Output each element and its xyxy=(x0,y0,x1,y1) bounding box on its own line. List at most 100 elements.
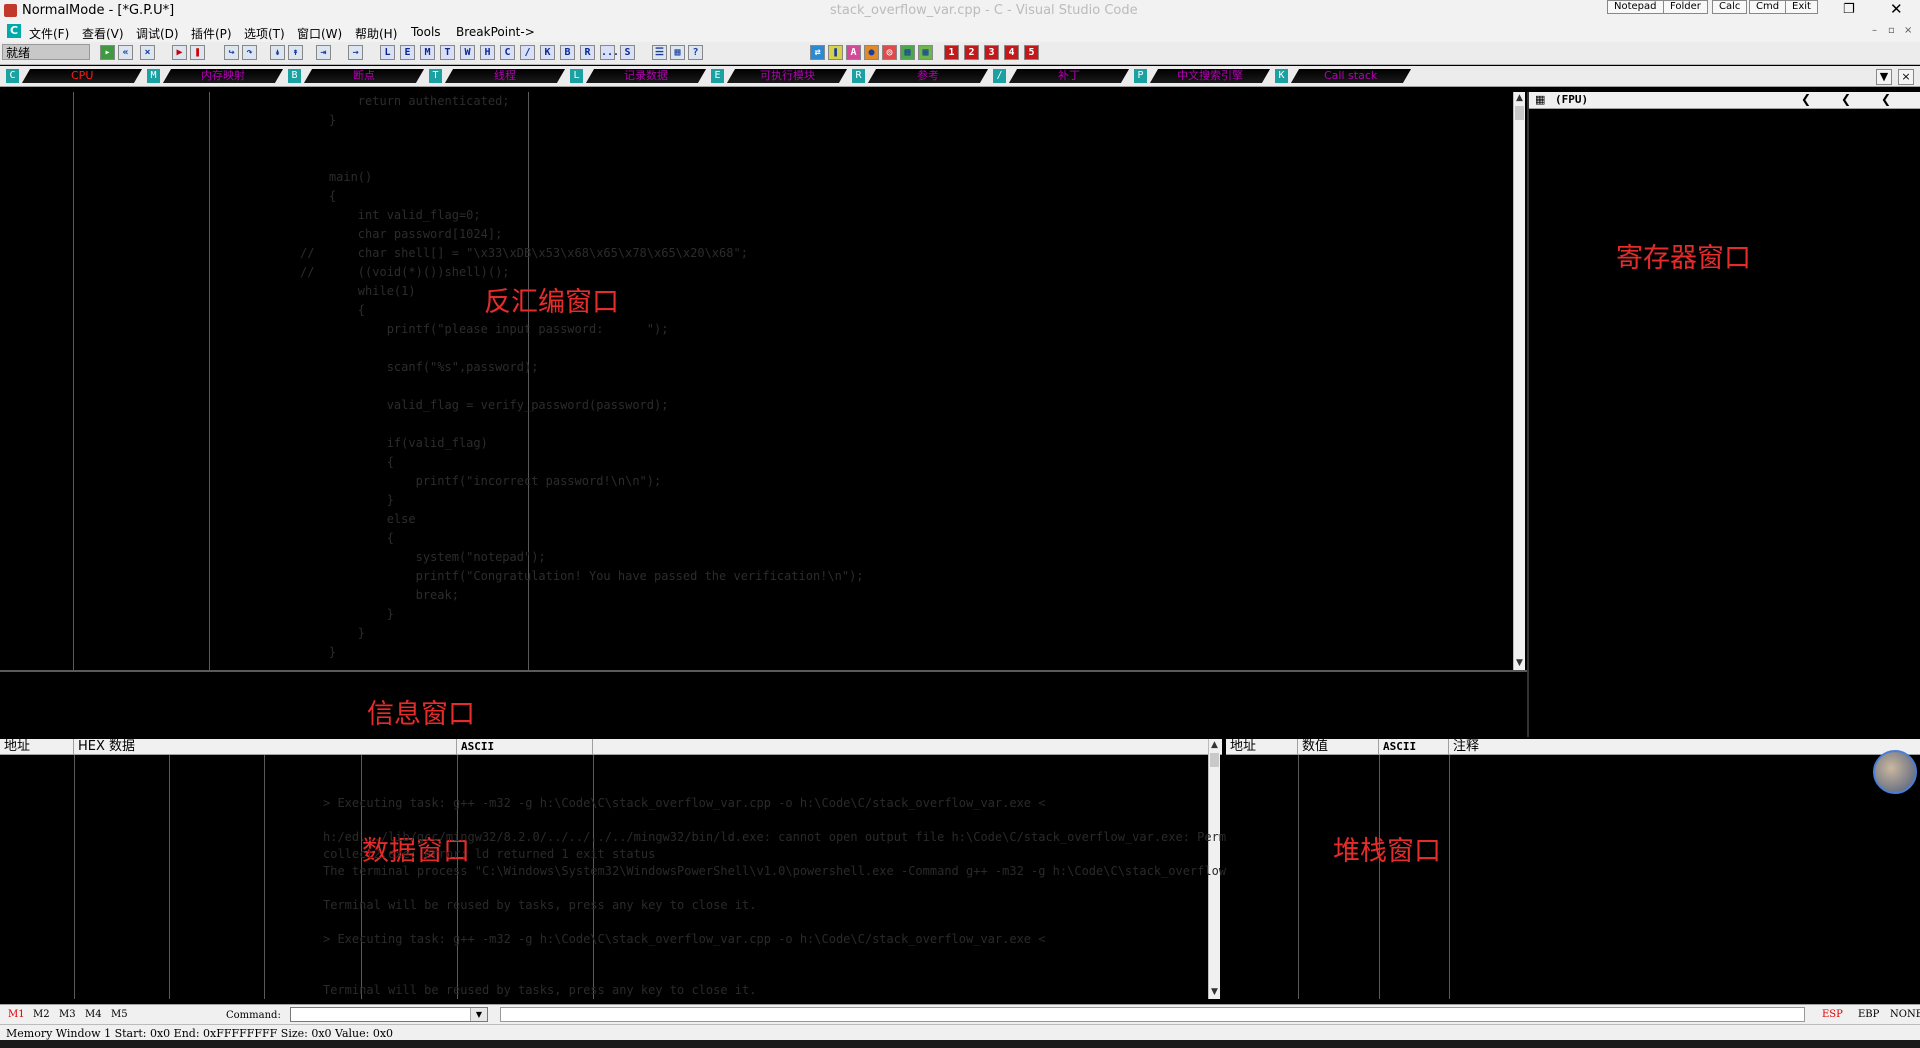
scroll-up-icon[interactable]: ▲ xyxy=(1514,92,1525,105)
calc-button[interactable]: Calc xyxy=(1712,0,1748,14)
command-input[interactable] xyxy=(290,1007,488,1022)
ghost-code-line: } xyxy=(300,626,366,640)
register-ebp-toggle[interactable]: EBP xyxy=(1858,1009,1879,1020)
menu-window[interactable]: 窗口(W) xyxy=(297,25,342,42)
plugin-pause-icon[interactable]: ❚ xyxy=(828,45,843,60)
plugin-grid-icon[interactable]: ▦ xyxy=(900,45,915,60)
pause-icon[interactable]: ❚ xyxy=(190,45,205,60)
menu-debug[interactable]: 调试(D) xyxy=(136,25,179,42)
mdi-restore-icon[interactable]: ▫ xyxy=(1888,25,1895,36)
goto-icon[interactable]: → xyxy=(348,45,363,60)
bookmark-2-button[interactable]: 2 xyxy=(964,45,979,60)
bookmark-3-button[interactable]: 3 xyxy=(984,45,999,60)
step-over-icon[interactable]: ↷ xyxy=(242,45,257,60)
menu-options[interactable]: 选项(T) xyxy=(244,25,285,42)
avatar[interactable] xyxy=(1873,750,1917,794)
scroll-thumb[interactable] xyxy=(1210,753,1219,767)
disassembly-scrollbar[interactable]: ▲ ▼ xyxy=(1513,92,1525,670)
scroll-thumb[interactable] xyxy=(1515,106,1524,120)
scroll-up-icon[interactable]: ▲ xyxy=(1209,739,1220,752)
open-icon[interactable]: ▸ xyxy=(100,45,115,60)
options-icon[interactable]: ▦ xyxy=(670,45,685,60)
menu-breakpoint[interactable]: BreakPoint-> xyxy=(456,25,535,39)
breakpoints-button[interactable]: B xyxy=(560,45,575,60)
log-window-button[interactable]: L xyxy=(380,45,395,60)
ghost-code-line xyxy=(300,377,864,396)
list-icon[interactable]: ☰ xyxy=(652,45,667,60)
register-none-toggle[interactable]: NONE xyxy=(1890,1009,1920,1020)
stack-col-ascii[interactable]: ASCII xyxy=(1379,739,1449,754)
notepad-button[interactable]: Notepad xyxy=(1607,0,1664,14)
menu-tools[interactable]: Tools xyxy=(411,25,441,39)
dump-col-address[interactable]: 地址 xyxy=(0,739,74,754)
chevron-down-icon[interactable]: ▼ xyxy=(470,1008,487,1021)
registers-prev2-icon[interactable]: ❮ xyxy=(1841,92,1851,106)
run-trace-button[interactable]: ... xyxy=(600,45,619,60)
stack-col-value[interactable]: 数值 xyxy=(1298,739,1379,754)
menu-help[interactable]: 帮助(H) xyxy=(355,25,397,42)
memory-tab-m1[interactable]: M1 xyxy=(8,1009,25,1020)
threads-button[interactable]: T xyxy=(440,45,455,60)
scroll-down-icon[interactable]: ▼ xyxy=(1514,657,1525,670)
plugin-circle-icon[interactable]: ● xyxy=(864,45,879,60)
step-into-icon[interactable]: ↪ xyxy=(224,45,239,60)
plugin-a-icon[interactable]: A xyxy=(846,45,861,60)
column-divider xyxy=(74,755,75,999)
registers-grid-icon[interactable]: ▦ xyxy=(1535,93,1545,106)
dump-col-ascii[interactable]: ASCII xyxy=(457,739,593,754)
handles-button[interactable]: H xyxy=(480,45,495,60)
menu-file[interactable]: 文件(F) xyxy=(29,25,69,42)
modules-button[interactable]: E xyxy=(400,45,415,60)
mdi-close-icon[interactable]: × xyxy=(1904,25,1912,36)
plugin-target-icon[interactable]: ◎ xyxy=(882,45,897,60)
help-icon[interactable]: ? xyxy=(688,45,703,60)
memory-tab-m5[interactable]: M5 xyxy=(111,1009,128,1020)
restore-icon[interactable]: ❐ xyxy=(1843,2,1855,17)
ghost-code-line: { xyxy=(300,455,394,469)
stack-col-address[interactable]: 地址 xyxy=(1226,739,1298,754)
cpu-button[interactable]: C xyxy=(500,45,515,60)
stack-col-comment[interactable]: 注释 xyxy=(1449,739,1849,754)
bookmark-1-button[interactable]: 1 xyxy=(944,45,959,60)
tab-close-icon[interactable]: × xyxy=(1898,69,1914,85)
bookmark-5-button[interactable]: 5 xyxy=(1024,45,1039,60)
dump-col-hex[interactable]: HEX 数据 xyxy=(74,739,457,754)
tab-list-dropdown-icon[interactable]: ▼ xyxy=(1876,69,1892,85)
run-to-return-icon[interactable]: ⇥ xyxy=(316,45,331,60)
ghost-code-line: } xyxy=(300,645,337,659)
registers-pane[interactable] xyxy=(1527,92,1920,737)
mdi-minimize-icon[interactable]: – xyxy=(1872,25,1877,36)
exit-button[interactable]: Exit xyxy=(1785,0,1818,14)
tab-label: 断点 xyxy=(303,69,425,83)
tab-label: 补丁 xyxy=(1008,69,1130,83)
registers-prev3-icon[interactable]: ❮ xyxy=(1881,92,1891,106)
cmd-button[interactable]: Cmd xyxy=(1749,0,1787,14)
tab-label: 记录数据 xyxy=(585,69,707,83)
patches-button[interactable]: / xyxy=(520,45,535,60)
close-file-icon[interactable]: × xyxy=(140,45,155,60)
source-button[interactable]: S xyxy=(620,45,635,60)
memory-tab-m2[interactable]: M2 xyxy=(33,1009,50,1020)
stack-pane[interactable]: 堆栈窗口 xyxy=(1226,755,1920,999)
windows-button[interactable]: W xyxy=(460,45,475,60)
memory-button[interactable]: M xyxy=(420,45,435,60)
callstack-button[interactable]: K xyxy=(540,45,555,60)
memory-tab-m4[interactable]: M4 xyxy=(85,1009,102,1020)
plugin-sync-icon[interactable]: ⇄ xyxy=(810,45,825,60)
folder-button[interactable]: Folder xyxy=(1663,0,1708,14)
plugin-chart-icon[interactable]: ▩ xyxy=(918,45,933,60)
close-icon[interactable]: ✕ xyxy=(1890,0,1903,18)
menu-view[interactable]: 查看(V) xyxy=(82,25,124,42)
registers-prev-icon[interactable]: ❮ xyxy=(1801,92,1811,106)
trace-into-icon[interactable]: ↡ xyxy=(270,45,285,60)
register-esp-toggle[interactable]: ESP xyxy=(1822,1009,1843,1020)
bookmark-4-button[interactable]: 4 xyxy=(1004,45,1019,60)
references-button[interactable]: R xyxy=(580,45,595,60)
disassembly-pane[interactable]: return authenticated; } main() { int val… xyxy=(0,92,1527,671)
trace-over-icon[interactable]: ↟ xyxy=(288,45,303,60)
run-icon[interactable]: ▶ xyxy=(172,45,187,60)
memory-tab-m3[interactable]: M3 xyxy=(59,1009,76,1020)
ghost-code-line: scanf("%s",password); xyxy=(300,360,539,374)
rewind-icon[interactable]: « xyxy=(118,45,133,60)
menu-plugins[interactable]: 插件(P) xyxy=(191,25,232,42)
